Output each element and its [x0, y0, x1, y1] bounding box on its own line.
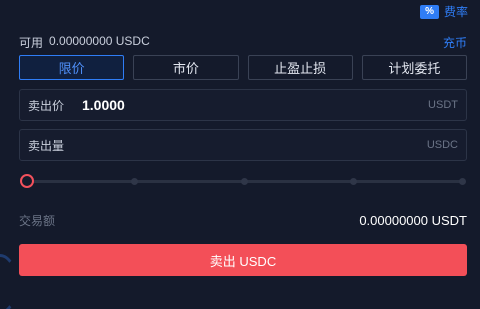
amount-percent-slider[interactable]: [20, 174, 466, 188]
tab-limit[interactable]: 限价: [19, 55, 125, 80]
slider-mark-25[interactable]: [131, 178, 138, 185]
sell-price-unit: USDT: [428, 99, 458, 111]
sell-amount-unit: USDC: [426, 139, 458, 151]
slider-mark-75[interactable]: [350, 178, 357, 185]
tab-take-profit-stop-loss[interactable]: 止盈止损: [247, 55, 353, 80]
sell-button[interactable]: 卖出 USDC: [19, 244, 467, 276]
deposit-link[interactable]: 充币: [443, 34, 467, 51]
fee-rate-link[interactable]: 费率: [444, 3, 468, 20]
trade-amount-row: 交易额 0.00000000 USDT: [19, 212, 467, 229]
sell-price-label: 卖出价: [28, 98, 65, 113]
decorative-ring: [0, 254, 18, 309]
sell-amount-field[interactable]: 卖出量 USDC: [19, 129, 467, 161]
slider-mark-100[interactable]: [459, 178, 466, 185]
sell-amount-input[interactable]: [82, 137, 427, 153]
sell-price-input[interactable]: [82, 97, 429, 113]
fee-rate-control[interactable]: % 费率: [420, 3, 468, 20]
sell-price-field[interactable]: 卖出价 USDT: [19, 89, 467, 121]
available-balance: 可用 0.00000000 USDC: [19, 34, 150, 51]
trade-amount-label: 交易额: [19, 214, 56, 228]
available-balance-row: 可用 0.00000000 USDC 充币: [19, 34, 467, 51]
slider-mark-50[interactable]: [241, 178, 248, 185]
slider-handle[interactable]: [20, 174, 34, 188]
sell-amount-label: 卖出量: [28, 138, 65, 153]
available-label: 可用: [19, 36, 44, 50]
percent-icon: %: [420, 4, 439, 19]
trade-amount-value: 0.00000000 USDT: [359, 213, 467, 228]
tab-market[interactable]: 市价: [133, 55, 239, 80]
available-value: 0.00000000 USDC: [49, 34, 150, 48]
order-type-tabs: 限价 市价 止盈止损 计划委托: [19, 55, 467, 80]
tab-trigger-order[interactable]: 计划委托: [361, 55, 467, 80]
